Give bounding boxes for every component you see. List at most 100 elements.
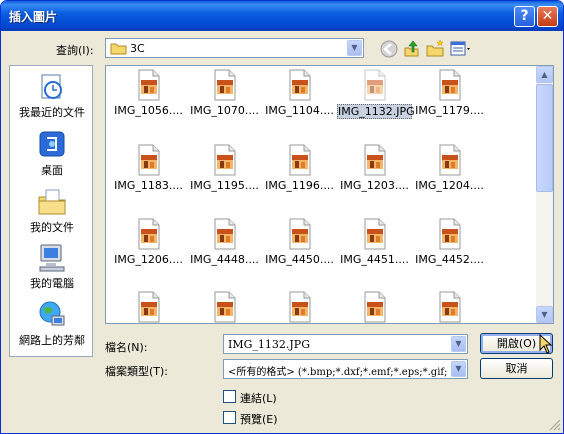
place-label: 桌面 [41, 164, 63, 177]
file-name: IMG_4450.... [265, 253, 334, 266]
place-desktop[interactable]: 桌面 [10, 130, 94, 178]
jpg-file-icon [439, 291, 460, 323]
place-my-computer[interactable]: 我的電腦 [10, 243, 94, 291]
scroll-down-button[interactable]: ▼ [536, 306, 553, 323]
file-item[interactable]: IMG_1195.... [187, 144, 262, 192]
file-name: IMG_1204.... [415, 179, 484, 192]
place-label: 我的文件 [30, 221, 74, 234]
place-label: 我的電腦 [30, 277, 74, 290]
chevron-down-icon[interactable]: ▼ [451, 361, 466, 377]
jpg-file-icon [289, 69, 310, 101]
jpg-file-icon [214, 69, 235, 101]
file-item[interactable]: IMG_4448.... [187, 218, 262, 266]
file-item[interactable] [111, 291, 186, 323]
recent-documents-icon [41, 74, 62, 99]
jpg-file-icon [439, 69, 460, 101]
jpg-file-icon [439, 218, 460, 250]
lookin-label: 查詢(I): [56, 44, 94, 57]
file-item[interactable]: IMG_1179.... [412, 69, 487, 117]
file-item[interactable]: IMG_1056.... [111, 69, 186, 117]
link-label: 連結(L) [240, 392, 277, 405]
jpg-file-icon [289, 291, 310, 323]
file-list-view[interactable]: IMG_1056.... IMG_1070.... IMG_1104.... IMG_… [105, 65, 554, 324]
file-name: IMG_1206.... [114, 253, 183, 266]
places-bar: 我最近的文件 桌面 我的文件 我的電腦 網路上的芳鄰 [9, 65, 93, 357]
file-item[interactable] [412, 291, 487, 323]
folder-icon [110, 43, 127, 55]
close-icon: ✕ [541, 8, 554, 24]
chevron-down-icon[interactable]: ▼ [451, 336, 466, 352]
cancel-button[interactable]: 取消 [480, 358, 553, 379]
scroll-thumb[interactable] [536, 84, 553, 192]
title-bar: 插入圖片 ? ✕ [1, 1, 563, 31]
vertical-scrollbar[interactable]: ▲ ▼ [536, 66, 553, 323]
network-places-icon [39, 301, 65, 326]
jpg-file-icon [364, 69, 385, 101]
place-label: 我最近的文件 [19, 106, 85, 119]
jpg-file-icon [214, 144, 235, 176]
file-name: IMG_1132.JPG [337, 104, 415, 119]
place-recent-documents[interactable]: 我最近的文件 [10, 72, 94, 120]
up-folder-icon[interactable] [402, 39, 422, 59]
file-item[interactable]: IMG_4452.... [412, 218, 487, 266]
file-name: IMG_1183.... [114, 179, 183, 192]
file-item[interactable]: IMG_1132.JPG [337, 69, 415, 119]
file-item[interactable]: IMG_1206.... [111, 218, 186, 266]
jpg-file-icon [364, 144, 385, 176]
jpg-file-icon [138, 218, 159, 250]
link-checkbox[interactable] [223, 390, 236, 403]
jpg-file-icon [364, 291, 385, 323]
filename-combo[interactable]: IMG_1132.JPG ▼ [223, 334, 468, 354]
file-item[interactable] [187, 291, 262, 323]
file-item[interactable]: IMG_4451.... [337, 218, 412, 266]
file-name: IMG_4451.... [340, 253, 409, 266]
jpg-file-icon [214, 291, 235, 323]
jpg-file-icon [364, 218, 385, 250]
views-menu-icon[interactable] [449, 39, 473, 59]
file-name: IMG_1179.... [415, 104, 484, 117]
resize-grip-icon[interactable] [547, 417, 561, 431]
chevron-down-icon[interactable]: ▼ [347, 40, 362, 56]
my-computer-icon [39, 244, 65, 272]
file-item[interactable]: IMG_4450.... [262, 218, 337, 266]
preview-checkbox[interactable] [223, 411, 236, 424]
help-button[interactable]: ? [514, 6, 535, 27]
file-item[interactable]: IMG_1203.... [337, 144, 412, 192]
place-network-places[interactable]: 網路上的芳鄰 [10, 300, 94, 348]
lookin-combo[interactable]: 3C ▼ [105, 38, 364, 58]
back-icon[interactable] [379, 39, 399, 59]
place-my-documents[interactable]: 我的文件 [10, 187, 94, 235]
filename-label: 檔名(N): [105, 341, 148, 354]
my-documents-icon [38, 189, 66, 215]
file-name: IMG_1196.... [265, 179, 334, 192]
place-label: 網路上的芳鄰 [19, 334, 85, 347]
desktop-icon [39, 131, 65, 157]
close-button[interactable]: ✕ [537, 6, 558, 27]
jpg-file-icon [289, 144, 310, 176]
window-title: 插入圖片 [9, 10, 58, 24]
insert-picture-dialog: 插入圖片 ? ✕ 查詢(I): 3C ▼ 我最近的文件 桌面 我的文件 我的電腦… [0, 0, 564, 434]
file-item[interactable]: IMG_1104.... [262, 69, 337, 117]
filetype-label: 檔案類型(T): [105, 365, 169, 378]
file-item[interactable] [262, 291, 337, 323]
file-item[interactable]: IMG_1070.... [187, 69, 262, 117]
jpg-file-icon [138, 144, 159, 176]
filetype-combo[interactable]: <所有的格式> (*.bmp;*.dxf;*.emf;*.eps;*.gif; … [223, 359, 468, 379]
jpg-file-icon [138, 291, 159, 323]
mouse-cursor-icon [539, 334, 553, 354]
question-icon: ? [520, 8, 529, 24]
file-item[interactable]: IMG_1196.... [262, 144, 337, 192]
file-name: IMG_1070.... [190, 104, 259, 117]
file-name: IMG_4452.... [415, 253, 484, 266]
filetype-value: <所有的格式> (*.bmp;*.dxf;*.emf;*.eps;*.gif; [228, 367, 448, 378]
jpg-file-icon [289, 218, 310, 250]
file-item[interactable]: IMG_1183.... [111, 144, 186, 192]
jpg-file-icon [214, 218, 235, 250]
file-item[interactable]: IMG_1204.... [412, 144, 487, 192]
file-name: IMG_1104.... [265, 104, 334, 117]
file-item[interactable] [337, 291, 412, 323]
filename-input[interactable]: IMG_1132.JPG [228, 338, 310, 351]
file-name: IMG_1203.... [340, 179, 409, 192]
scroll-up-button[interactable]: ▲ [536, 66, 553, 83]
new-folder-icon[interactable] [425, 39, 445, 59]
